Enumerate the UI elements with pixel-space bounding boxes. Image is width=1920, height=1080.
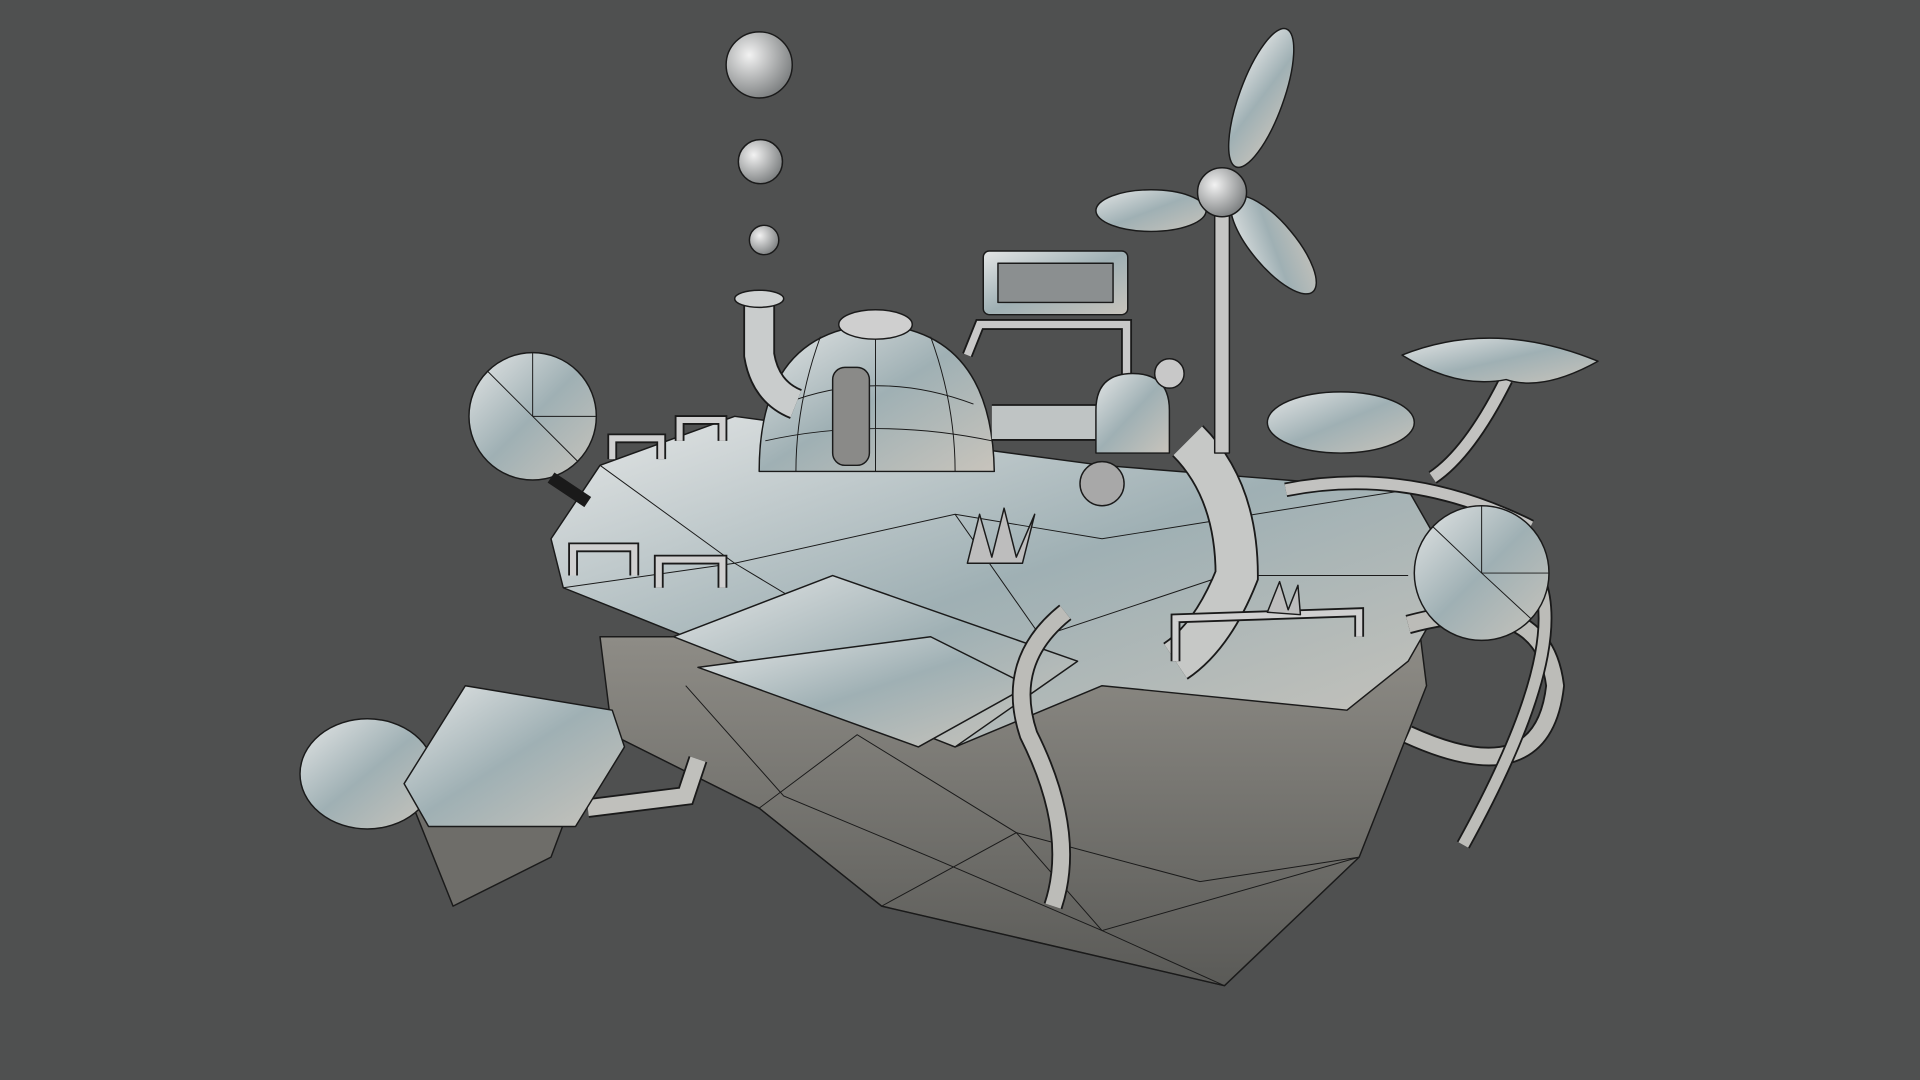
bubbles xyxy=(725,31,793,256)
display-panel xyxy=(982,250,1129,316)
3d-viewport xyxy=(299,27,1599,987)
